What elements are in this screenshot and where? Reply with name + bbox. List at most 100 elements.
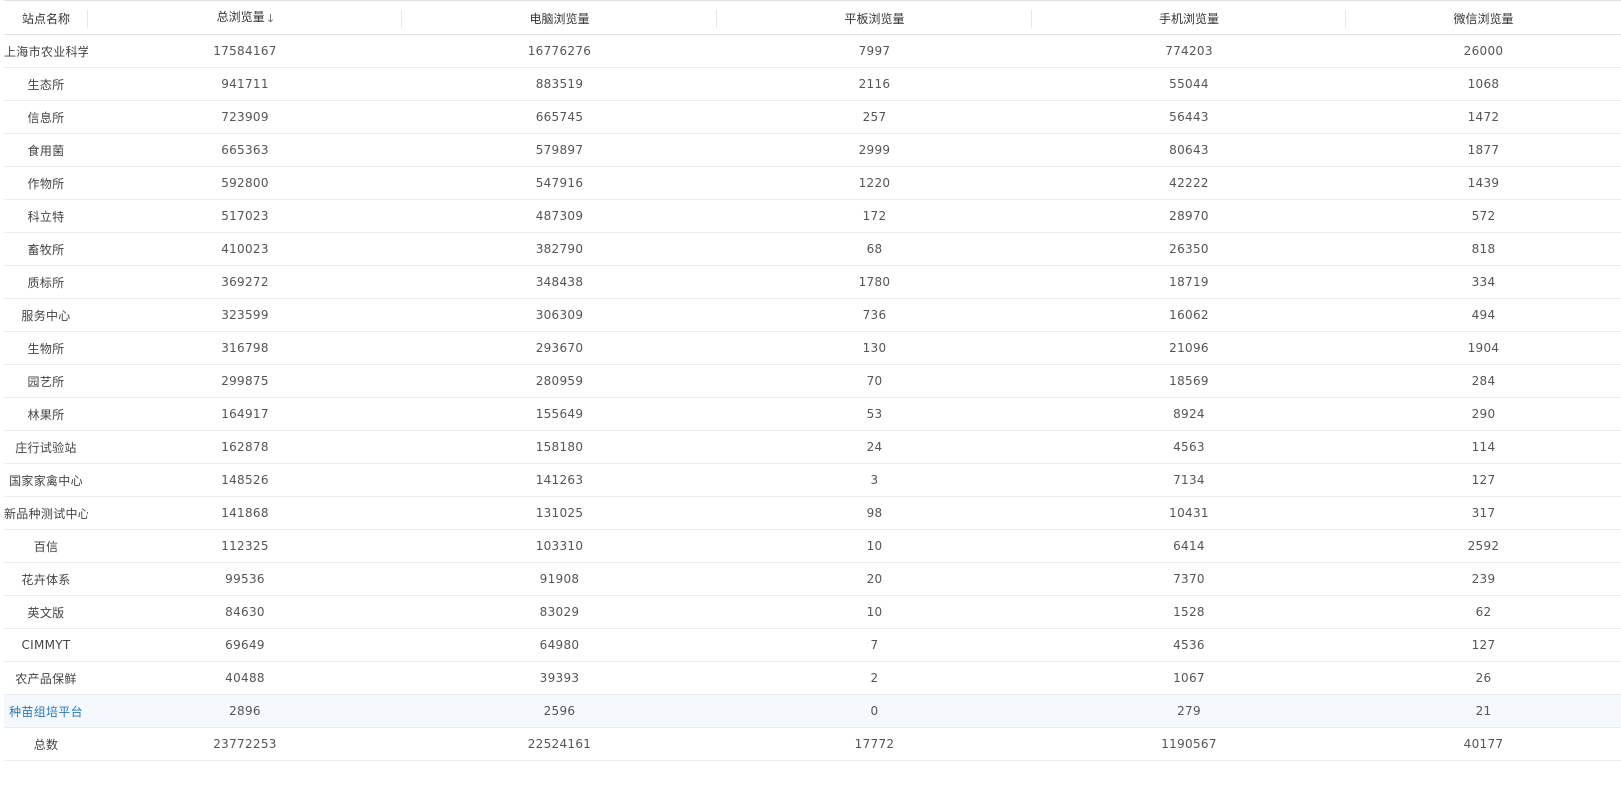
- tablet-views-cell: 1220: [717, 166, 1032, 200]
- col-header-total-views[interactable]: 总浏览量 🡓: [88, 2, 402, 35]
- table-row[interactable]: 百信 112325 103310 10 6414 2592: [4, 529, 1621, 563]
- site-name-cell: 畜牧所: [4, 232, 88, 266]
- table-row[interactable]: 国家家禽中心 148526 141263 3 7134 127: [4, 463, 1621, 497]
- table-row[interactable]: CIMMYT 69649 64980 7 4536 127: [4, 628, 1621, 662]
- col-header-wechat-views[interactable]: 微信浏览量: [1346, 2, 1621, 35]
- tablet-views-cell: 68: [717, 232, 1032, 266]
- pc-views-cell: 64980: [402, 628, 717, 662]
- mobile-views-cell: 6414: [1032, 529, 1346, 563]
- site-name-cell: 总数: [4, 727, 88, 761]
- table-row[interactable]: 服务中心 323599 306309 736 16062 494: [4, 298, 1621, 332]
- wechat-views-cell: 26000: [1346, 34, 1621, 68]
- site-name-cell: 食用菌: [4, 133, 88, 167]
- col-header-label: 平板浏览量: [844, 11, 905, 26]
- tablet-views-cell: 17772: [717, 727, 1032, 761]
- pc-views-cell: 141263: [402, 463, 717, 497]
- site-name-cell: 作物所: [4, 166, 88, 200]
- table-row[interactable]: 林果所 164917 155649 53 8924 290: [4, 397, 1621, 431]
- tablet-views-cell: 70: [717, 364, 1032, 398]
- tablet-views-cell: 130: [717, 331, 1032, 365]
- table-header-row: 站点名称 总浏览量 🡓 电脑浏览量 平板浏览量 手机浏览量 微信浏览量: [4, 2, 1621, 35]
- table-row[interactable]: 上海市农业科学 17584167 16776276 7997 774203 26000: [4, 34, 1621, 68]
- pc-views-cell: 487309: [402, 199, 717, 233]
- table-row[interactable]: 园艺所 299875 280959 70 18569 284: [4, 364, 1621, 398]
- tablet-views-cell: 7997: [717, 34, 1032, 68]
- tablet-views-cell: 10: [717, 595, 1032, 629]
- pc-views-cell: 280959: [402, 364, 717, 398]
- site-name-cell: 生态所: [4, 67, 88, 101]
- pc-views-cell: 131025: [402, 496, 717, 530]
- mobile-views-cell: 21096: [1032, 331, 1346, 365]
- wechat-views-cell: 818: [1346, 232, 1621, 266]
- arrow-down-icon[interactable]: 🡓: [268, 10, 274, 29]
- total-views-cell: 299875: [88, 364, 402, 398]
- site-name-cell: 国家家禽中心: [4, 463, 88, 497]
- site-name-cell: 庄行试验站: [4, 430, 88, 464]
- mobile-views-cell: 10431: [1032, 496, 1346, 530]
- pc-views-cell: 22524161: [402, 727, 717, 761]
- mobile-views-cell: 26350: [1032, 232, 1346, 266]
- pc-views-cell: 348438: [402, 265, 717, 299]
- table-row[interactable]: 英文版 84630 83029 10 1528 62: [4, 595, 1621, 629]
- col-header-tablet-views[interactable]: 平板浏览量: [717, 2, 1032, 35]
- site-name-cell: 生物所: [4, 331, 88, 365]
- table-row[interactable]: 作物所 592800 547916 1220 42222 1439: [4, 166, 1621, 200]
- wechat-views-cell: 284: [1346, 364, 1621, 398]
- wechat-views-cell: 290: [1346, 397, 1621, 431]
- tablet-views-cell: 2116: [717, 67, 1032, 101]
- tablet-views-cell: 53: [717, 397, 1032, 431]
- table-row[interactable]: 种苗组培平台 2896 2596 0 279 21: [4, 694, 1621, 728]
- tablet-views-cell: 3: [717, 463, 1032, 497]
- pc-views-cell: 158180: [402, 430, 717, 464]
- wechat-views-cell: 114: [1346, 430, 1621, 464]
- col-header-mobile-views[interactable]: 手机浏览量: [1032, 2, 1346, 35]
- tablet-views-cell: 1780: [717, 265, 1032, 299]
- wechat-views-cell: 127: [1346, 628, 1621, 662]
- total-views-cell: 164917: [88, 397, 402, 431]
- wechat-views-cell: 1068: [1346, 67, 1621, 101]
- table-row[interactable]: 总数 23772253 22524161 17772 1190567 40177: [4, 727, 1621, 761]
- pc-views-cell: 91908: [402, 562, 717, 596]
- table-row[interactable]: 新品种测试中心 141868 131025 98 10431 317: [4, 496, 1621, 530]
- total-views-cell: 941711: [88, 67, 402, 101]
- table-row[interactable]: 信息所 723909 665745 257 56443 1472: [4, 100, 1621, 134]
- table-row[interactable]: 花卉体系 99536 91908 20 7370 239: [4, 562, 1621, 596]
- table-row[interactable]: 农产品保鲜 40488 39393 2 1067 26: [4, 661, 1621, 695]
- table-row[interactable]: 庄行试验站 162878 158180 24 4563 114: [4, 430, 1621, 464]
- pc-views-cell: 547916: [402, 166, 717, 200]
- total-views-cell: 141868: [88, 496, 402, 530]
- pc-views-cell: 579897: [402, 133, 717, 167]
- table-row[interactable]: 食用菌 665363 579897 2999 80643 1877: [4, 133, 1621, 167]
- col-header-label: 手机浏览量: [1158, 11, 1219, 26]
- mobile-views-cell: 55044: [1032, 67, 1346, 101]
- wechat-views-cell: 1472: [1346, 100, 1621, 134]
- table-row[interactable]: 畜牧所 410023 382790 68 26350 818: [4, 232, 1621, 266]
- mobile-views-cell: 279: [1032, 694, 1346, 728]
- table-body: 上海市农业科学 17584167 16776276 7997 774203 26000 生态…: [4, 34, 1621, 761]
- col-header-site-name[interactable]: 站点名称: [4, 2, 88, 35]
- tablet-views-cell: 257: [717, 100, 1032, 134]
- col-header-label: 站点名称: [21, 11, 70, 26]
- table-row[interactable]: 质标所 369272 348438 1780 18719 334: [4, 265, 1621, 299]
- site-traffic-table: 站点名称 总浏览量 🡓 电脑浏览量 平板浏览量 手机浏览量 微信浏览量 上海市农…: [4, 2, 1621, 761]
- total-views-cell: 323599: [88, 298, 402, 332]
- wechat-views-cell: 494: [1346, 298, 1621, 332]
- col-header-label: 微信浏览量: [1453, 11, 1514, 26]
- site-name-cell: 质标所: [4, 265, 88, 299]
- mobile-views-cell: 1067: [1032, 661, 1346, 695]
- wechat-views-cell: 1904: [1346, 331, 1621, 365]
- table-row[interactable]: 生态所 941711 883519 2116 55044 1068: [4, 67, 1621, 101]
- tablet-views-cell: 7: [717, 628, 1032, 662]
- table-row[interactable]: 科立特 517023 487309 172 28970 572: [4, 199, 1621, 233]
- pc-views-cell: 39393: [402, 661, 717, 695]
- mobile-views-cell: 18719: [1032, 265, 1346, 299]
- pc-views-cell: 293670: [402, 331, 717, 365]
- total-views-cell: 665363: [88, 133, 402, 167]
- site-name-cell: 英文版: [4, 595, 88, 629]
- site-name-cell: 园艺所: [4, 364, 88, 398]
- col-header-pc-views[interactable]: 电脑浏览量: [402, 2, 717, 35]
- table-row[interactable]: 生物所 316798 293670 130 21096 1904: [4, 331, 1621, 365]
- pc-views-cell: 155649: [402, 397, 717, 431]
- mobile-views-cell: 28970: [1032, 199, 1346, 233]
- pc-views-cell: 306309: [402, 298, 717, 332]
